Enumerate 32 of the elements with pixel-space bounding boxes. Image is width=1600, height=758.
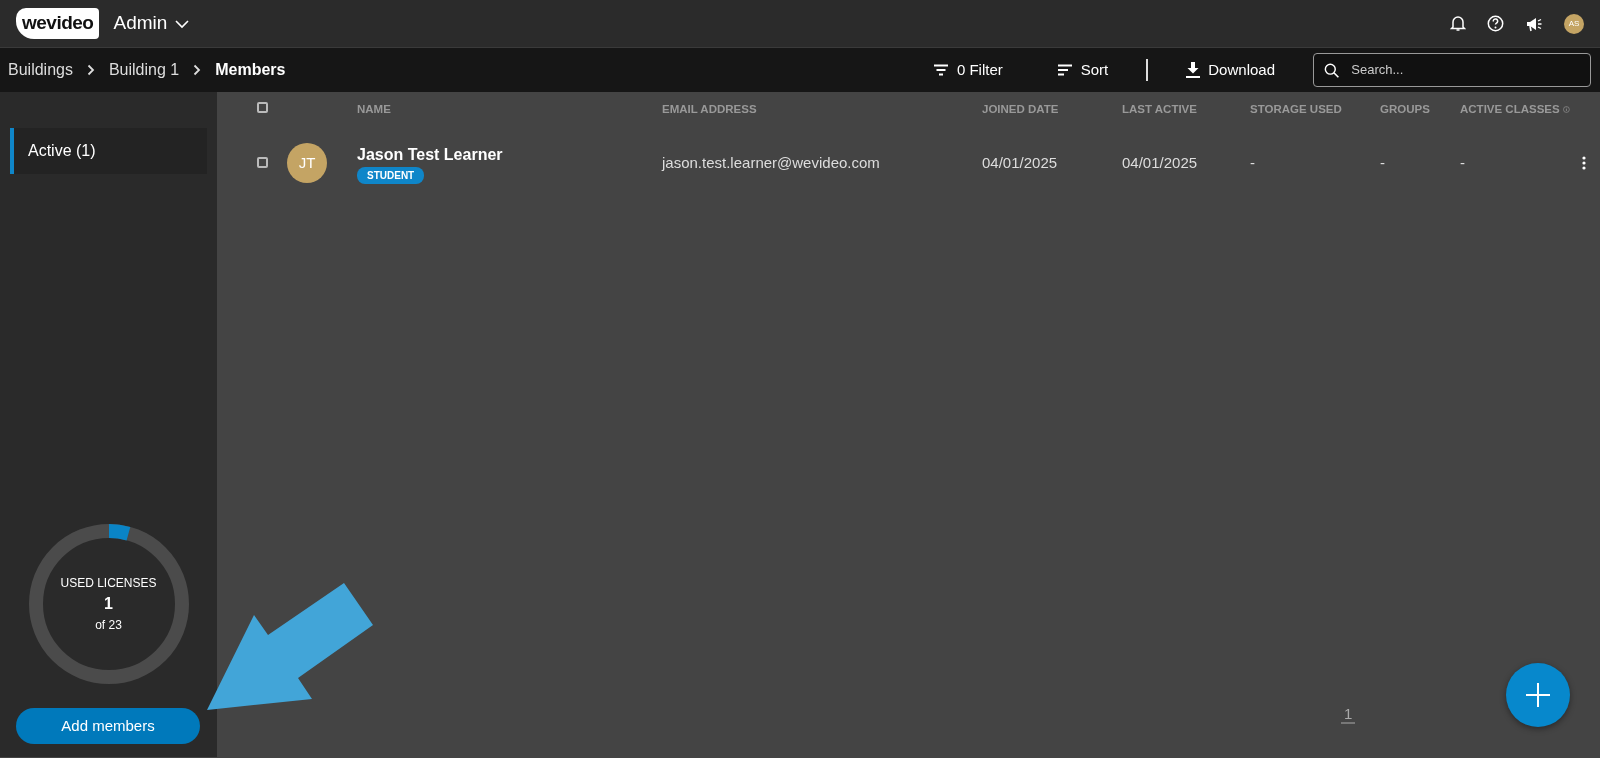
column-header: LAST ACTIVE: [1122, 101, 1198, 117]
column-header: EMAIL ADDRESS: [662, 101, 758, 117]
add-members-button[interactable]: Add members: [16, 708, 200, 744]
table-cell-text: jason.test.learner@wevideo.com: [662, 152, 881, 173]
avatar: JT: [287, 143, 327, 183]
member-name[interactable]: Jason Test Learner: [357, 142, 503, 167]
sort-button[interactable]: Sort: [1056, 58, 1109, 82]
table-cell-text: -: [1250, 152, 1256, 173]
column-header: JOINED DATE: [982, 101, 1060, 117]
download-button[interactable]: Download: [1186, 58, 1275, 82]
table-cell-text: -: [1380, 152, 1386, 173]
column-header: NAME: [357, 101, 392, 117]
role-tag: STUDENT: [357, 166, 425, 184]
table-cell-text: 04/01/2025: [982, 152, 1059, 173]
table-cell-text: -: [1460, 152, 1466, 173]
column-header: STORAGE USED: [1250, 101, 1343, 117]
breadcrumb-current: Members: [215, 60, 286, 80]
column-header: ACTIVE CLASSES: [1460, 101, 1560, 117]
breadcrumb-link[interactable]: Buildings: [8, 58, 73, 82]
licenses-count: 1: [104, 594, 113, 614]
search-box[interactable]: Search...: [1313, 53, 1591, 87]
licenses-total: of 23: [95, 617, 122, 634]
search-field[interactable]: Search...: [1349, 59, 1580, 81]
column-header: GROUPS: [1380, 101, 1431, 117]
sidebar-tab[interactable]: Active (1): [10, 128, 207, 174]
logo[interactable]: wevideo: [16, 8, 100, 39]
app-title: Admin: [113, 11, 168, 36]
page-link[interactable]: 1: [1341, 704, 1356, 724]
licenses-label: USED LICENSES: [60, 575, 157, 592]
table-cell-text: 04/01/2025: [1122, 152, 1199, 173]
filter-button[interactable]: 0 Filter: [932, 58, 1003, 82]
breadcrumb-link[interactable]: Building 1: [108, 58, 180, 82]
